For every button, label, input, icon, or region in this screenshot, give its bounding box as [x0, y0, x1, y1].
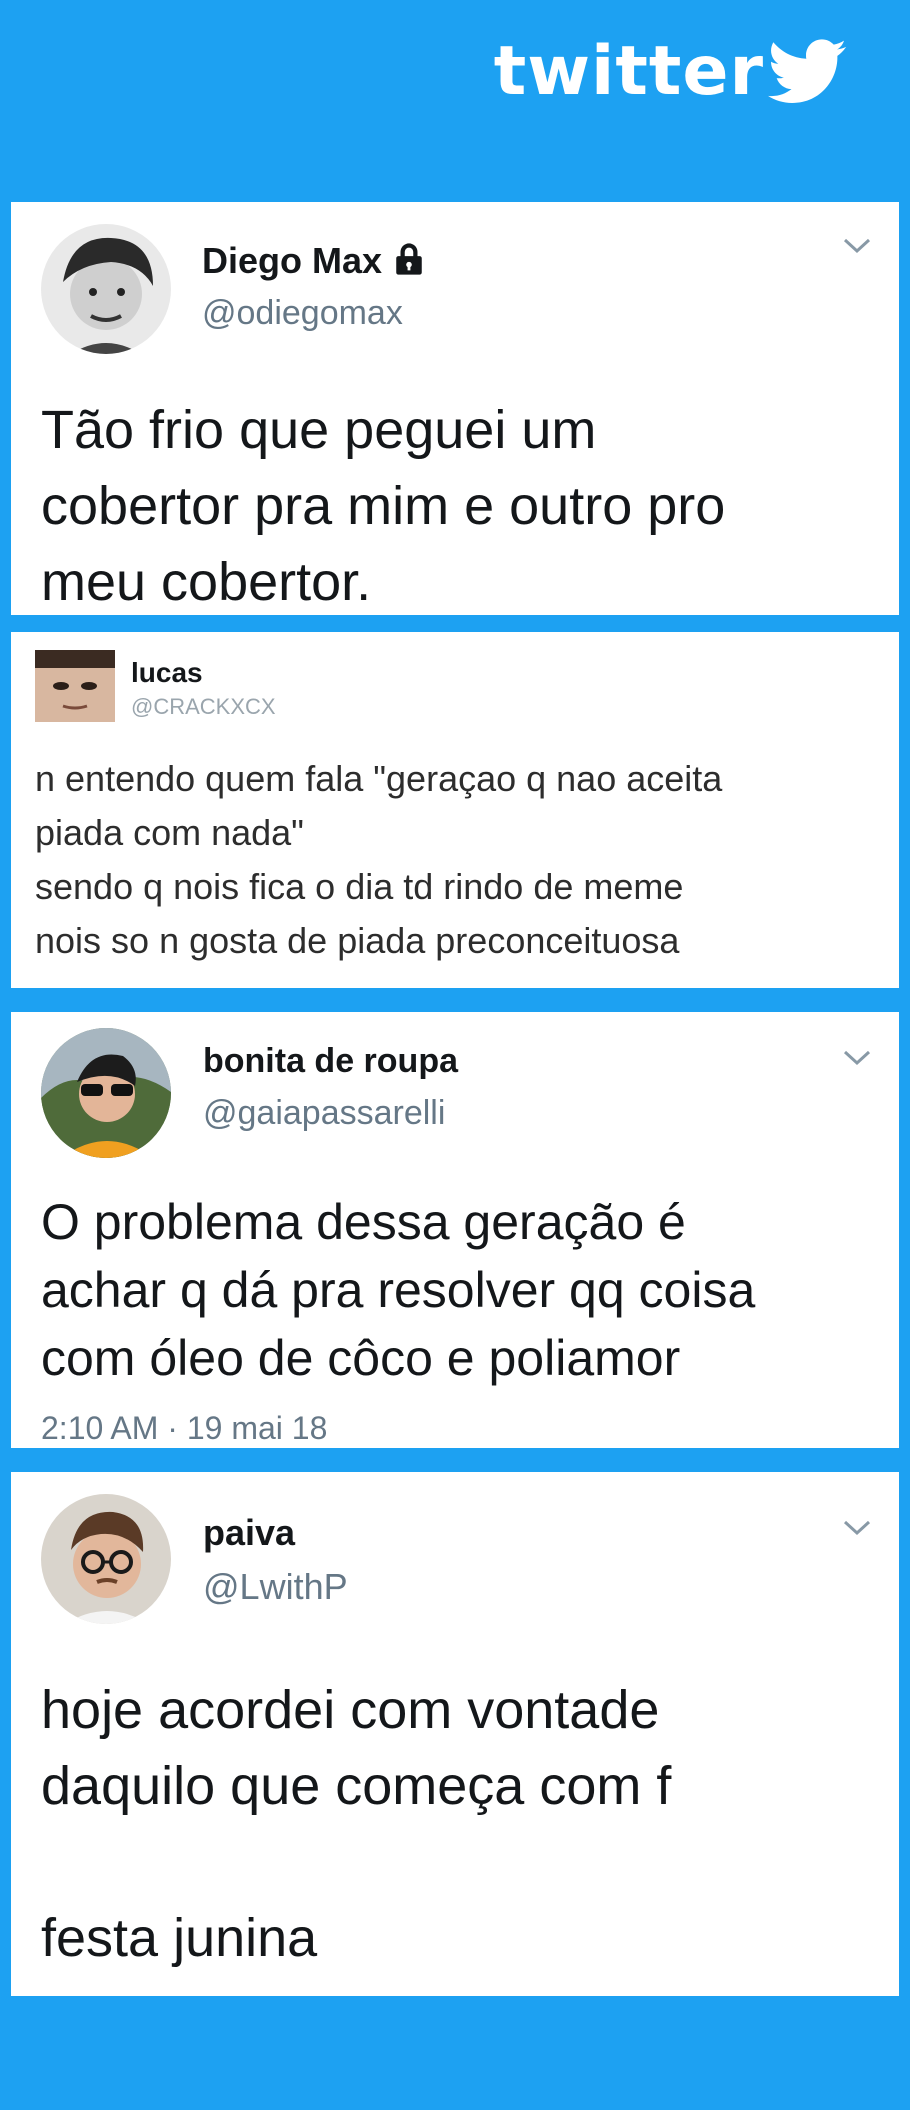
- display-name[interactable]: Diego Max: [202, 240, 426, 282]
- tweet-text: Tão frio que peguei um cobertor pra mim …: [41, 400, 726, 612]
- lock-icon: [396, 243, 422, 275]
- chevron-down-icon[interactable]: [841, 1518, 873, 1538]
- tweet-card[interactable]: bonita de roupa @gaiapassarelli O proble…: [11, 1012, 899, 1448]
- avatar[interactable]: [41, 224, 171, 354]
- tweet-card[interactable]: paiva @LwithP hoje acordei com vontade d…: [11, 1472, 899, 1996]
- tweet-card[interactable]: lucas @CRACKXCX n entendo quem fala "ger…: [11, 632, 899, 988]
- timestamp[interactable]: 2:10 AM · 19 mai 18: [41, 1410, 327, 1447]
- avatar[interactable]: [41, 1028, 171, 1158]
- twitter-logo[interactable]: twitter: [494, 38, 848, 106]
- chevron-down-icon[interactable]: [841, 236, 873, 256]
- twitter-bird-icon: [768, 39, 847, 104]
- handle[interactable]: @odiegomax: [202, 294, 403, 333]
- avatar[interactable]: [35, 650, 115, 722]
- avatar[interactable]: [41, 1494, 171, 1624]
- tweet-text: n entendo quem fala "geraçao q nao aceit…: [35, 758, 723, 961]
- tweet-text: O problema dessa geração é achar q dá pr…: [41, 1194, 756, 1386]
- handle[interactable]: @CRACKXCX: [131, 694, 276, 720]
- tweet-text: hoje acordei com vontade daquilo que com…: [41, 1680, 672, 1968]
- display-name[interactable]: bonita de roupa: [203, 1042, 458, 1081]
- logo-text: twitter: [493, 32, 764, 111]
- handle[interactable]: @LwithP: [203, 1566, 348, 1608]
- tweet-card[interactable]: Diego Max @odiegomax Tão frio que peguei…: [11, 202, 899, 615]
- handle[interactable]: @gaiapassarelli: [203, 1094, 445, 1133]
- header: twitter: [0, 0, 910, 200]
- display-name[interactable]: paiva: [203, 1512, 295, 1554]
- chevron-down-icon[interactable]: [841, 1048, 873, 1068]
- display-name[interactable]: lucas: [131, 657, 203, 689]
